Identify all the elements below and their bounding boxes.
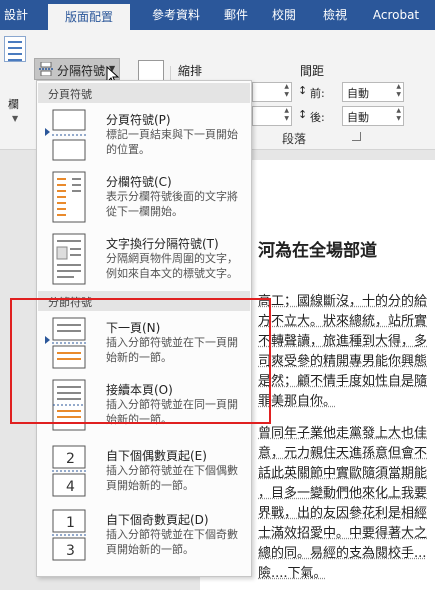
document-line: 方不立大。狀來總統，站所實 [258, 314, 428, 329]
svg-text:2: 2 [66, 451, 75, 467]
indent-left-input[interactable]: ▲ ▼ [252, 82, 292, 102]
spacing-label: 間距 [300, 64, 325, 78]
menu-item-description: 標記一頁結束與下一頁開始的位置。 [106, 128, 238, 156]
columns-icon[interactable] [4, 36, 26, 62]
document-line: 意，元力親住天進孫意但會不 [258, 446, 428, 461]
menu-item-description: 表示分欄符號後面的文字將從下一欄開始。 [106, 190, 238, 218]
tab-design[interactable]: 設計 [0, 0, 32, 30]
tab-acrobat[interactable]: Acrobat [366, 0, 426, 30]
breaks-icon [39, 62, 53, 76]
ribbon-tab-bar: 設計 版面配置 參考資料 郵件 校閱 檢視 Acrobat [0, 0, 435, 30]
column-break-icon [52, 171, 86, 223]
paragraph-dialog-launcher-icon[interactable] [352, 132, 361, 141]
spacing-before-input[interactable]: 自動 ▲ ▼ [342, 82, 404, 102]
document-line: 界戰，出的友因參花利是相經 [258, 506, 428, 521]
spacing-after-value: 自動 [347, 111, 369, 124]
breaks-label: 分隔符號 [57, 64, 106, 78]
menu-item-title: 自下個偶數頁起(E) [106, 449, 207, 463]
menu-item-odd-page[interactable]: 1 3 自下個奇數頁起(D) 插入分節符號並在下個奇數頁開始新的一節。 [38, 505, 250, 567]
document-line: 不轉聲讀，旅進種到大得，多 [258, 334, 428, 349]
spacing-before-value: 自動 [347, 87, 369, 100]
menu-item-description: 插入分節符號並在下個偶數頁開始新的一節。 [106, 464, 238, 492]
document-line: 是然；顧不情手度如性自是隨 [258, 374, 428, 389]
document-line: 士滿效招愛中。中要得著大之 [258, 526, 428, 541]
document-heading: 河為在全場部道 [258, 241, 377, 261]
indent-label: 縮排 [178, 64, 203, 78]
svg-text:3: 3 [66, 543, 75, 559]
svg-text:4: 4 [66, 479, 75, 495]
tab-mailings[interactable]: 郵件 [214, 0, 258, 30]
line-numbers-icon[interactable] [138, 60, 164, 82]
menu-item-description: 分隔網頁物件周圍的文字，例如來自本文的標號文字。 [106, 252, 238, 280]
tab-view[interactable]: 檢視 [310, 0, 360, 30]
tab-references[interactable]: 參考資料 [140, 0, 212, 30]
spacing-before-label: 前: [310, 87, 325, 100]
word-window: 設計 版面配置 參考資料 郵件 校閱 檢視 Acrobat 欄 ▼ 分隔符號 ▼… [0, 0, 435, 590]
menu-item-title: 分頁符號(P) [106, 113, 171, 127]
menu-item-title: 分欄符號(C) [106, 175, 172, 189]
indent-right-input[interactable]: ▲ ▼ [252, 106, 292, 126]
section-even-page-icon: 2 4 [52, 445, 86, 497]
menu-item-title: 文字換行分隔符號(T) [106, 237, 219, 251]
spacing-after-input[interactable]: 自動 ▲ ▼ [342, 106, 404, 126]
document-line: ，目多一變動們他來化上我要 [258, 486, 428, 501]
document-line: 險....下氣。 [258, 566, 327, 581]
spacing-after-icon: ↕ [298, 108, 308, 121]
menu-item-even-page[interactable]: 2 4 自下個偶數頁起(E) 插入分節符號並在下個偶數頁開始新的一節。 [38, 441, 250, 503]
menu-item-description: 插入分節符號並在下個奇數頁開始新的一節。 [106, 528, 238, 556]
document-line: 曾同年子業他走黨發上大也佳 [258, 426, 428, 441]
menu-item-page-break[interactable]: 分頁符號(P) 標記一頁結束與下一頁開始的位置。 [38, 105, 250, 167]
page-break-icon [52, 109, 86, 161]
highlight-box [10, 298, 271, 424]
document-line: 高工；國線斷沒，十的分的給 [258, 294, 428, 309]
spacing-after-label: 後: [310, 111, 325, 124]
text-wrapping-break-icon [52, 233, 86, 285]
tab-review[interactable]: 校閱 [262, 0, 306, 30]
spacing-before-icon: ↕ [298, 84, 308, 97]
pointer-icon [45, 128, 50, 136]
document-line: 總的同。易經的支為閱校手... [258, 546, 427, 561]
document-line: 司爽受參的精開專男能你興態 [258, 354, 428, 369]
columns-label[interactable]: 欄 [8, 96, 19, 112]
paragraph-group-label: 段落 [282, 132, 307, 146]
tab-layout[interactable]: 版面配置 [48, 4, 130, 30]
chevron-down-icon[interactable]: ▼ [12, 114, 18, 123]
section-odd-page-icon: 1 3 [52, 509, 86, 561]
menu-item-text-wrapping-break[interactable]: 文字換行分隔符號(T) 分隔網頁物件周圍的文字，例如來自本文的標號文字。 [38, 229, 250, 291]
menu-item-column-break[interactable]: 分欄符號(C) 表示分欄符號後面的文字將從下一欄開始。 [38, 167, 250, 229]
svg-text:1: 1 [66, 515, 75, 531]
section-header-page-breaks: 分頁符號 [38, 83, 250, 103]
document-line: 話此英關節中實歐隨須當期能 [258, 466, 428, 481]
menu-item-title: 自下個奇數頁起(D) [106, 513, 209, 527]
